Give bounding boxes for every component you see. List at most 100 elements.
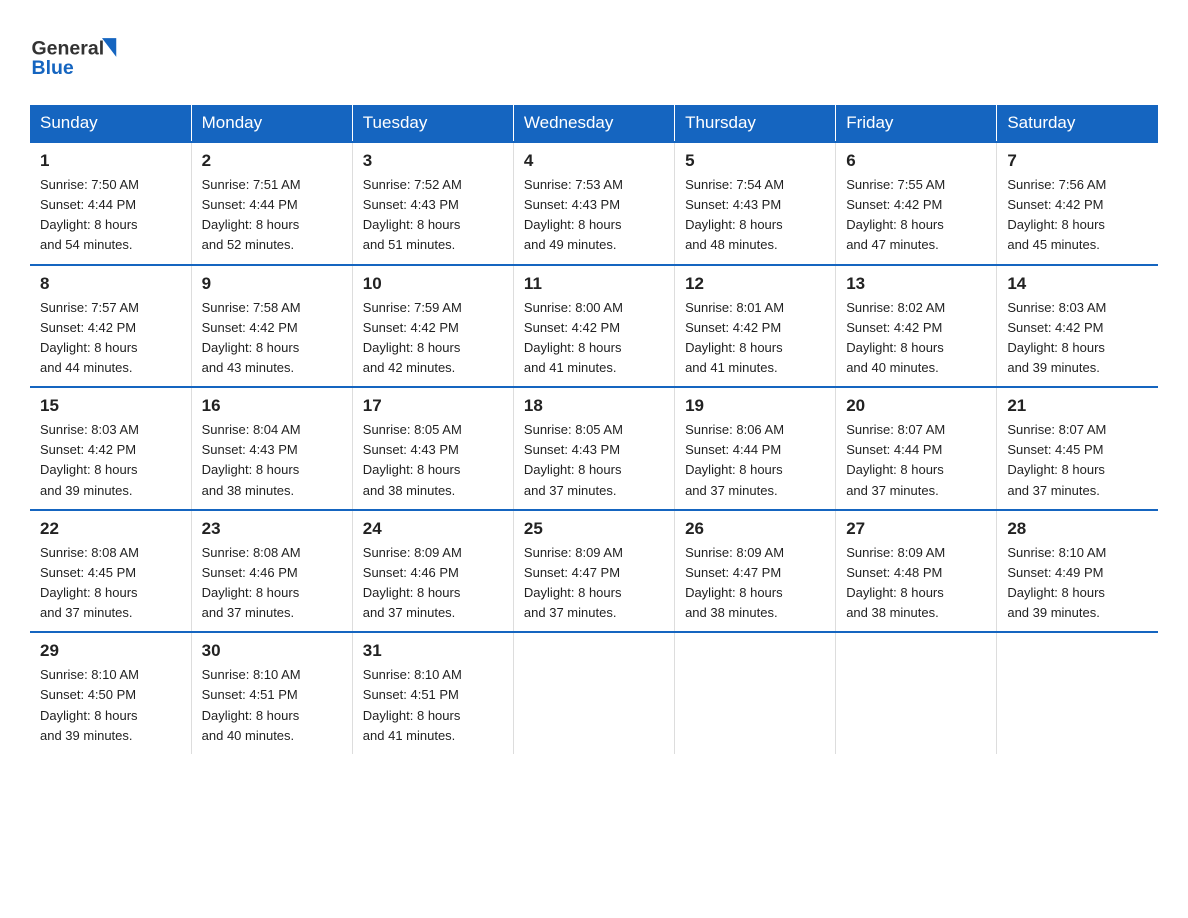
calendar-cell: 1Sunrise: 7:50 AMSunset: 4:44 PMDaylight… [30,142,191,265]
day-number: 24 [363,519,503,539]
day-number: 29 [40,641,181,661]
day-number: 3 [363,151,503,171]
day-number: 21 [1007,396,1148,416]
calendar-cell: 21 Sunrise: 8:07 AMSunset: 4:45 PMDayligh… [997,387,1158,510]
day-info: Sunrise: 8:10 AMSunset: 4:51 PMDaylight:… [363,665,503,746]
day-info: Sunrise: 7:50 AMSunset: 4:44 PMDaylight:… [40,175,181,256]
week-row-4: 22 Sunrise: 8:08 AMSunset: 4:45 PMDayligh… [30,510,1158,633]
day-info: Sunrise: 8:10 AMSunset: 4:49 PMDaylight:… [1007,543,1148,624]
day-info: Sunrise: 7:54 AMSunset: 4:43 PMDaylight:… [685,175,825,256]
day-info: Sunrise: 8:09 AMSunset: 4:47 PMDaylight:… [685,543,825,624]
header-friday: Friday [836,105,997,142]
day-number: 7 [1007,151,1148,171]
day-number: 27 [846,519,986,539]
calendar-cell [836,632,997,754]
day-number: 15 [40,396,181,416]
header-wednesday: Wednesday [513,105,674,142]
calendar-cell: 3 Sunrise: 7:52 AMSunset: 4:43 PMDaylight… [352,142,513,265]
calendar-cell: 17Sunrise: 8:05 AMSunset: 4:43 PMDayligh… [352,387,513,510]
calendar-cell: 2Sunrise: 7:51 AMSunset: 4:44 PMDaylight… [191,142,352,265]
svg-text:General: General [32,38,105,60]
calendar-cell: 26 Sunrise: 8:09 AMSunset: 4:47 PMDayligh… [675,510,836,633]
day-number: 25 [524,519,664,539]
day-number: 10 [363,274,503,294]
calendar-cell: 24 Sunrise: 8:09 AMSunset: 4:46 PMDayligh… [352,510,513,633]
day-number: 30 [202,641,342,661]
calendar-cell: 5 Sunrise: 7:54 AMSunset: 4:43 PMDaylight… [675,142,836,265]
day-info: Sunrise: 8:10 AMSunset: 4:50 PMDaylight:… [40,665,181,746]
calendar-cell: 14 Sunrise: 8:03 AMSunset: 4:42 PMDayligh… [997,265,1158,388]
day-info: Sunrise: 7:51 AMSunset: 4:44 PMDaylight:… [202,175,342,256]
header-thursday: Thursday [675,105,836,142]
day-info: Sunrise: 7:58 AMSunset: 4:42 PMDaylight:… [202,298,342,379]
day-info: Sunrise: 8:01 AMSunset: 4:42 PMDaylight:… [685,298,825,379]
day-number: 8 [40,274,181,294]
calendar-body: 1Sunrise: 7:50 AMSunset: 4:44 PMDaylight… [30,142,1158,754]
logo: General Blue [30,20,120,85]
header-tuesday: Tuesday [352,105,513,142]
page-header: General Blue [30,20,1158,85]
day-info: Sunrise: 8:00 AMSunset: 4:42 PMDaylight:… [524,298,664,379]
day-info: Sunrise: 8:05 AMSunset: 4:43 PMDaylight:… [363,420,503,501]
week-row-3: 15 Sunrise: 8:03 AMSunset: 4:42 PMDayligh… [30,387,1158,510]
calendar-cell: 23Sunrise: 8:08 AMSunset: 4:46 PMDayligh… [191,510,352,633]
day-number: 18 [524,396,664,416]
day-info: Sunrise: 7:53 AMSunset: 4:43 PMDaylight:… [524,175,664,256]
calendar-cell: 22 Sunrise: 8:08 AMSunset: 4:45 PMDayligh… [30,510,191,633]
day-number: 19 [685,396,825,416]
day-number: 14 [1007,274,1148,294]
day-number: 31 [363,641,503,661]
day-number: 28 [1007,519,1148,539]
day-info: Sunrise: 7:52 AMSunset: 4:43 PMDaylight:… [363,175,503,256]
calendar-cell: 25 Sunrise: 8:09 AMSunset: 4:47 PMDayligh… [513,510,674,633]
day-info: Sunrise: 8:06 AMSunset: 4:44 PMDaylight:… [685,420,825,501]
day-info: Sunrise: 8:03 AMSunset: 4:42 PMDaylight:… [40,420,181,501]
day-info: Sunrise: 8:09 AMSunset: 4:48 PMDaylight:… [846,543,986,624]
calendar-cell: 4Sunrise: 7:53 AMSunset: 4:43 PMDaylight… [513,142,674,265]
calendar-cell: 16Sunrise: 8:04 AMSunset: 4:43 PMDayligh… [191,387,352,510]
calendar-cell: 31 Sunrise: 8:10 AMSunset: 4:51 PMDayligh… [352,632,513,754]
day-info: Sunrise: 8:08 AMSunset: 4:45 PMDaylight:… [40,543,181,624]
day-number: 9 [202,274,342,294]
day-info: Sunrise: 8:07 AMSunset: 4:44 PMDaylight:… [846,420,986,501]
calendar-cell: 9 Sunrise: 7:58 AMSunset: 4:42 PMDaylight… [191,265,352,388]
calendar-cell: 20Sunrise: 8:07 AMSunset: 4:44 PMDayligh… [836,387,997,510]
header-saturday: Saturday [997,105,1158,142]
day-info: Sunrise: 8:07 AMSunset: 4:45 PMDaylight:… [1007,420,1148,501]
calendar-cell: 8 Sunrise: 7:57 AMSunset: 4:42 PMDaylight… [30,265,191,388]
day-info: Sunrise: 8:09 AMSunset: 4:46 PMDaylight:… [363,543,503,624]
day-info: Sunrise: 8:03 AMSunset: 4:42 PMDaylight:… [1007,298,1148,379]
day-info: Sunrise: 7:59 AMSunset: 4:42 PMDaylight:… [363,298,503,379]
calendar-cell: 29 Sunrise: 8:10 AMSunset: 4:50 PMDayligh… [30,632,191,754]
calendar-cell: 30 Sunrise: 8:10 AMSunset: 4:51 PMDayligh… [191,632,352,754]
calendar-cell: 7 Sunrise: 7:56 AMSunset: 4:42 PMDaylight… [997,142,1158,265]
header-monday: Monday [191,105,352,142]
day-number: 11 [524,274,664,294]
logo-svg: General Blue [30,25,120,85]
day-info: Sunrise: 8:08 AMSunset: 4:46 PMDaylight:… [202,543,342,624]
calendar-cell: 19 Sunrise: 8:06 AMSunset: 4:44 PMDayligh… [675,387,836,510]
day-number: 12 [685,274,825,294]
calendar-cell: 28 Sunrise: 8:10 AMSunset: 4:49 PMDayligh… [997,510,1158,633]
day-info: Sunrise: 7:56 AMSunset: 4:42 PMDaylight:… [1007,175,1148,256]
calendar-cell: 6Sunrise: 7:55 AMSunset: 4:42 PMDaylight… [836,142,997,265]
day-info: Sunrise: 7:55 AMSunset: 4:42 PMDaylight:… [846,175,986,256]
calendar-cell: 10 Sunrise: 7:59 AMSunset: 4:42 PMDayligh… [352,265,513,388]
calendar-table: Sunday Monday Tuesday Wednesday Thursday… [30,105,1158,754]
calendar-cell: 18 Sunrise: 8:05 AMSunset: 4:43 PMDayligh… [513,387,674,510]
day-info: Sunrise: 8:05 AMSunset: 4:43 PMDaylight:… [524,420,664,501]
calendar-cell [675,632,836,754]
calendar-cell: 11 Sunrise: 8:00 AMSunset: 4:42 PMDayligh… [513,265,674,388]
week-row-2: 8 Sunrise: 7:57 AMSunset: 4:42 PMDaylight… [30,265,1158,388]
day-info: Sunrise: 7:57 AMSunset: 4:42 PMDaylight:… [40,298,181,379]
day-number: 26 [685,519,825,539]
calendar-cell: 13Sunrise: 8:02 AMSunset: 4:42 PMDayligh… [836,265,997,388]
header-sunday: Sunday [30,105,191,142]
day-number: 5 [685,151,825,171]
svg-text:Blue: Blue [32,57,74,79]
calendar-cell: 12 Sunrise: 8:01 AMSunset: 4:42 PMDayligh… [675,265,836,388]
day-number: 22 [40,519,181,539]
day-info: Sunrise: 8:09 AMSunset: 4:47 PMDaylight:… [524,543,664,624]
day-info: Sunrise: 8:10 AMSunset: 4:51 PMDaylight:… [202,665,342,746]
day-info: Sunrise: 8:04 AMSunset: 4:43 PMDaylight:… [202,420,342,501]
